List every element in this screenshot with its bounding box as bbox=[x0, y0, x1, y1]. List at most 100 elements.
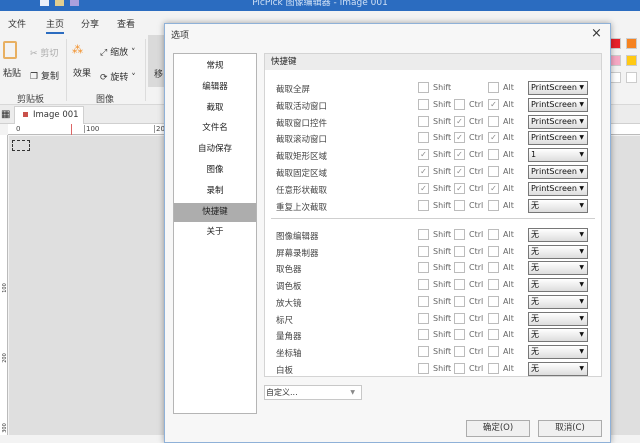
key-dropdown[interactable]: 无 ▼ bbox=[528, 344, 588, 359]
shift-checkbox[interactable] bbox=[418, 279, 429, 291]
paste-button[interactable]: 粘贴 bbox=[3, 66, 21, 79]
grid-view-icon[interactable]: ▦ bbox=[1, 109, 10, 120]
color-swatch[interactable] bbox=[626, 38, 637, 49]
alt-checkbox[interactable] bbox=[488, 229, 499, 240]
alt-checkbox[interactable] bbox=[488, 279, 499, 291]
rotate-button[interactable]: ⟳ 旋转 ˅ bbox=[100, 70, 136, 83]
color-swatch[interactable] bbox=[610, 72, 621, 83]
ctrl-checkbox[interactable]: ✓ bbox=[454, 132, 465, 144]
cancel-button[interactable]: 取消(C) bbox=[538, 420, 602, 437]
close-icon[interactable]: × bbox=[591, 26, 602, 41]
tab-view[interactable]: 查看 bbox=[117, 17, 135, 30]
nav-item[interactable]: 自动保存 bbox=[174, 140, 256, 159]
key-dropdown[interactable]: 无 ▼ bbox=[528, 361, 588, 376]
key-dropdown[interactable]: PrintScreen ▼ bbox=[528, 97, 588, 112]
shift-checkbox[interactable] bbox=[418, 132, 429, 144]
key-dropdown[interactable]: PrintScreen ▼ bbox=[528, 165, 588, 179]
color-swatch[interactable] bbox=[610, 55, 621, 66]
open-icon[interactable] bbox=[55, 0, 64, 6]
ctrl-checkbox[interactable]: ✓ bbox=[454, 166, 465, 177]
ctrl-checkbox[interactable] bbox=[454, 199, 465, 211]
shift-checkbox[interactable] bbox=[418, 199, 429, 211]
shift-checkbox[interactable] bbox=[418, 329, 429, 341]
new-icon[interactable] bbox=[40, 0, 49, 6]
nav-item[interactable]: 关于 bbox=[174, 223, 256, 242]
key-dropdown[interactable]: 无 ▼ bbox=[528, 244, 588, 259]
alt-checkbox[interactable] bbox=[488, 82, 499, 93]
shift-checkbox[interactable] bbox=[418, 295, 429, 307]
ctrl-checkbox[interactable]: ✓ bbox=[454, 149, 465, 161]
copy-button[interactable]: ❐ 复制 bbox=[30, 69, 59, 82]
key-dropdown[interactable]: PrintScreen ▼ bbox=[528, 114, 588, 129]
shift-checkbox[interactable] bbox=[418, 115, 429, 127]
ctrl-checkbox[interactable] bbox=[454, 312, 465, 324]
nav-item[interactable]: 常规 bbox=[174, 57, 256, 76]
shift-checkbox[interactable]: ✓ bbox=[418, 149, 429, 161]
ctrl-checkbox[interactable]: ✓ bbox=[454, 115, 465, 127]
ctrl-checkbox[interactable] bbox=[454, 245, 465, 257]
shift-checkbox[interactable]: ✓ bbox=[418, 166, 429, 177]
shift-checkbox[interactable] bbox=[418, 98, 429, 110]
selection-handles[interactable] bbox=[12, 140, 30, 151]
alt-checkbox[interactable] bbox=[488, 149, 499, 161]
alt-checkbox[interactable] bbox=[488, 312, 499, 324]
shift-checkbox[interactable] bbox=[418, 345, 429, 357]
nav-item[interactable]: 文件名 bbox=[174, 119, 256, 138]
ctrl-checkbox[interactable]: ✓ bbox=[454, 182, 465, 194]
ctrl-checkbox[interactable] bbox=[454, 229, 465, 240]
alt-checkbox[interactable] bbox=[488, 345, 499, 357]
ok-button[interactable]: 确定(O) bbox=[466, 420, 530, 437]
key-dropdown[interactable]: PrintScreen ▼ bbox=[528, 181, 588, 196]
key-dropdown[interactable]: 无 ▼ bbox=[528, 311, 588, 326]
key-dropdown[interactable]: 无 ▼ bbox=[528, 328, 588, 343]
key-dropdown[interactable]: 无 ▼ bbox=[528, 261, 588, 276]
resize-button[interactable]: ⤢ 缩放 ˅ bbox=[100, 45, 135, 58]
alt-checkbox[interactable] bbox=[488, 166, 499, 177]
alt-checkbox[interactable] bbox=[488, 295, 499, 307]
nav-item[interactable]: 录制 bbox=[174, 182, 256, 201]
alt-checkbox[interactable] bbox=[488, 262, 499, 274]
effects-button[interactable]: 效果 bbox=[73, 66, 91, 79]
shift-checkbox[interactable]: ✓ bbox=[418, 182, 429, 194]
shift-checkbox[interactable] bbox=[418, 229, 429, 240]
document-tab[interactable]: Image 001 bbox=[14, 106, 84, 124]
save-icon[interactable] bbox=[70, 0, 79, 6]
key-dropdown[interactable]: 无 ▼ bbox=[528, 278, 588, 293]
nav-item[interactable]: 编辑器 bbox=[174, 78, 256, 97]
key-dropdown[interactable]: 1 ▼ bbox=[528, 148, 588, 163]
alt-checkbox[interactable] bbox=[488, 329, 499, 341]
key-dropdown[interactable]: 无 ▼ bbox=[528, 228, 588, 242]
color-swatch[interactable] bbox=[626, 72, 637, 83]
alt-checkbox[interactable] bbox=[488, 199, 499, 211]
tab-share[interactable]: 分享 bbox=[81, 17, 99, 30]
nav-item[interactable]: 图像 bbox=[174, 161, 256, 180]
alt-checkbox[interactable]: ✓ bbox=[488, 98, 499, 110]
tab-home[interactable]: 主页 bbox=[46, 17, 65, 34]
key-dropdown[interactable]: PrintScreen ▼ bbox=[528, 131, 588, 146]
alt-checkbox[interactable] bbox=[488, 115, 499, 127]
shift-checkbox[interactable] bbox=[418, 245, 429, 257]
ctrl-checkbox[interactable] bbox=[454, 98, 465, 110]
tab-file[interactable]: 文件 bbox=[8, 17, 26, 30]
ctrl-checkbox[interactable] bbox=[454, 362, 465, 374]
ctrl-checkbox[interactable] bbox=[454, 262, 465, 274]
color-swatch[interactable] bbox=[626, 55, 637, 66]
move-button[interactable]: 移 bbox=[148, 35, 164, 87]
nav-item[interactable]: 快捷键 bbox=[174, 202, 256, 222]
key-dropdown[interactable]: 无 ▼ bbox=[528, 198, 588, 213]
alt-checkbox[interactable] bbox=[488, 245, 499, 257]
alt-checkbox[interactable] bbox=[488, 362, 499, 374]
key-dropdown[interactable]: 无 ▼ bbox=[528, 294, 588, 309]
ctrl-checkbox[interactable] bbox=[454, 295, 465, 307]
key-dropdown[interactable]: PrintScreen ▼ bbox=[528, 81, 588, 95]
shift-checkbox[interactable] bbox=[418, 312, 429, 324]
nav-item[interactable]: 截取 bbox=[174, 99, 256, 118]
alt-checkbox[interactable]: ✓ bbox=[488, 132, 499, 144]
alt-checkbox[interactable]: ✓ bbox=[488, 182, 499, 194]
shift-checkbox[interactable] bbox=[418, 262, 429, 274]
shift-checkbox[interactable] bbox=[418, 82, 429, 93]
ctrl-checkbox[interactable] bbox=[454, 279, 465, 291]
ctrl-checkbox[interactable] bbox=[454, 329, 465, 341]
custom-preset-dropdown[interactable]: 自定义... ▼ bbox=[264, 385, 362, 400]
cut-button[interactable]: ✂ 剪切 bbox=[30, 46, 58, 59]
